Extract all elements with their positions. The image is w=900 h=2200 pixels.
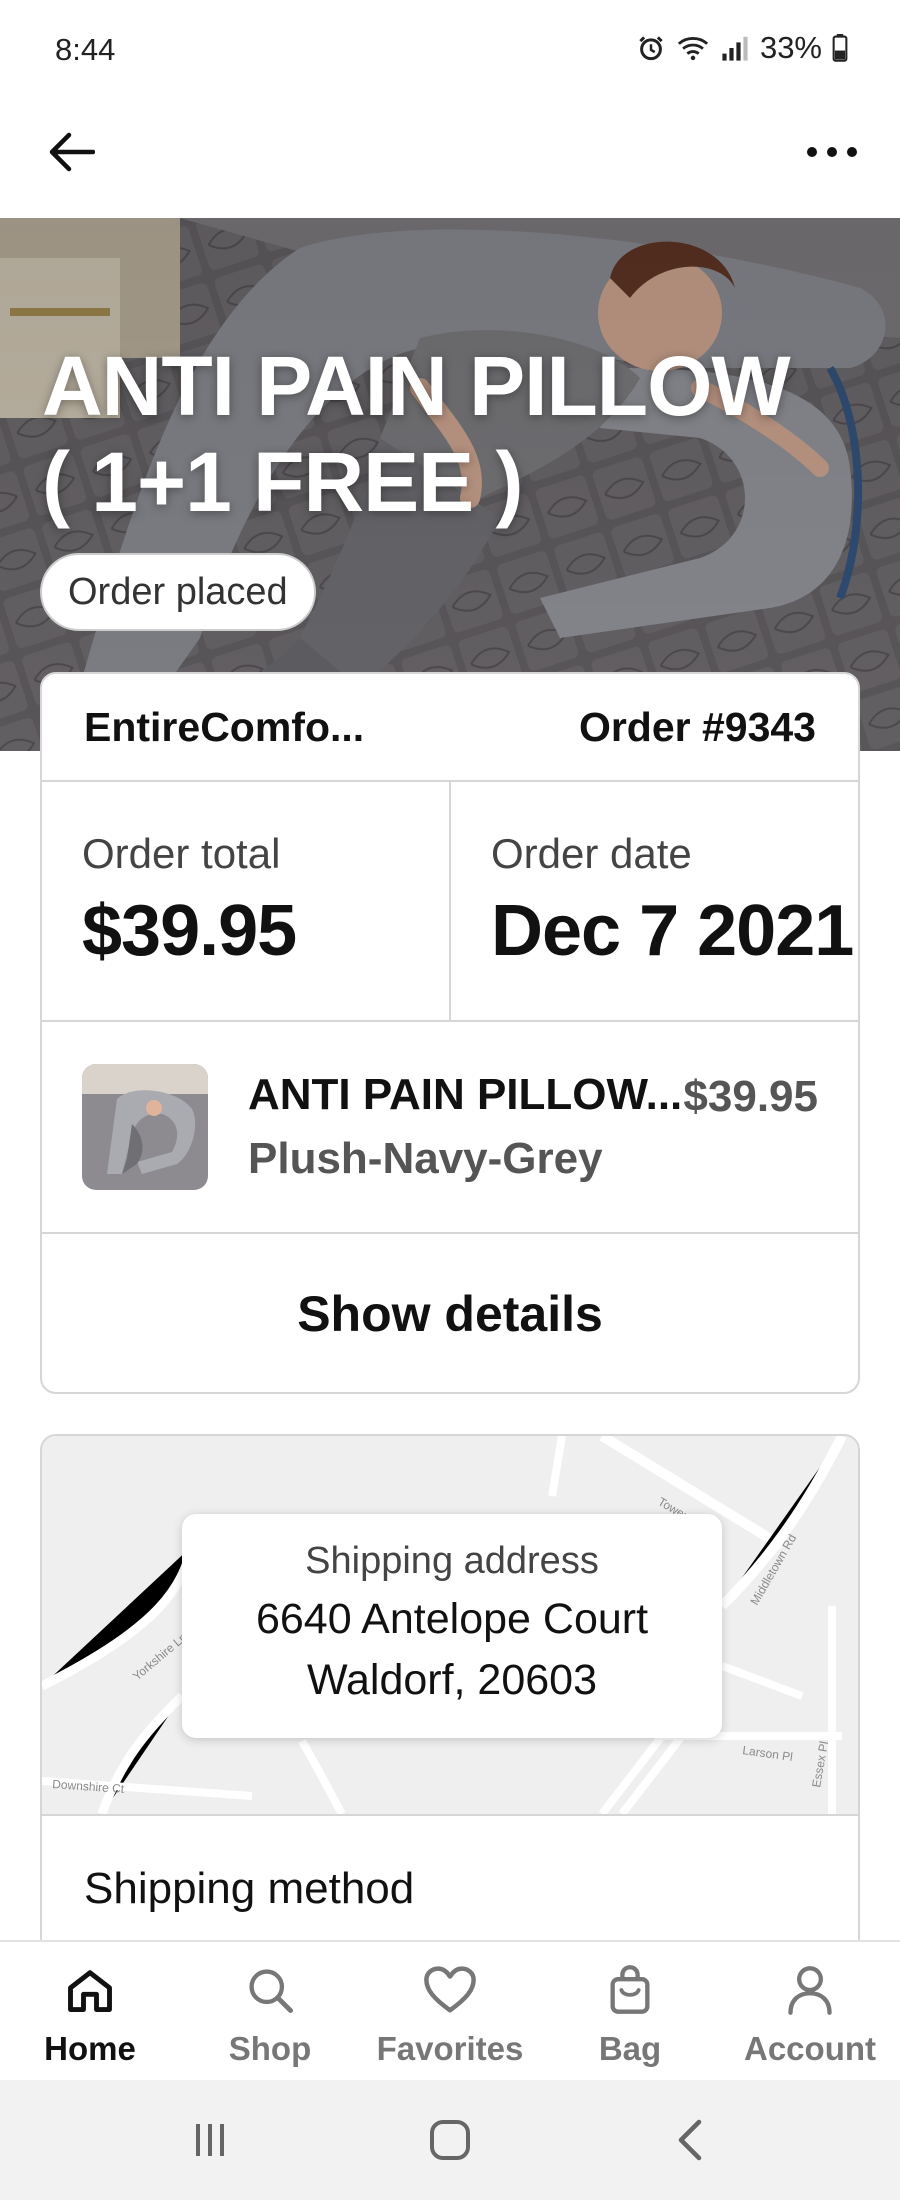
bag-icon [600,1960,660,2020]
nav-favorites[interactable]: Favorites [360,1942,540,2080]
order-status-badge: Order placed [40,553,316,631]
order-date-cell: Order date Dec 7 2021 [449,782,858,1020]
order-number: Order #9343 [578,703,816,750]
back-button[interactable] [40,120,104,184]
arrow-left-icon [49,132,95,172]
order-total-value: $39.95 [82,891,297,971]
person-icon [780,1960,840,2020]
nav-home[interactable]: Home [0,1942,180,2080]
order-total-label: Order total [82,830,281,877]
status-icons: 33% [636,30,848,66]
nav-shop-label: Shop [228,2030,312,2067]
nav-bag-label: Bag [598,2030,662,2067]
order-stats-row: Order total $39.95 Order date Dec 7 2021 [42,782,858,1022]
item-price: $39.95 [683,1072,818,1121]
recent-apps-button[interactable] [170,2100,250,2180]
status-bar: 8:44 33% [0,0,900,100]
heart-icon [420,1960,480,2020]
search-icon [240,1960,300,2020]
shipping-address-line-1: 6640 Antelope Court [255,1595,649,1643]
shipping-card: Tower Mill Ln Middletown Rd Yorkshire Ln… [40,1434,860,1954]
home-icon [60,1960,120,2020]
battery-text: 33% [759,30,822,65]
nav-account[interactable]: Account [720,1942,900,2080]
alarm-icon [636,33,666,63]
nav-bag[interactable]: Bag [540,1942,720,2080]
order-item-row[interactable]: ANTI PAIN PILLOW... Plush-Navy-Grey $39.… [42,1022,858,1234]
more-horizontal-icon [807,147,857,157]
store-name[interactable]: EntireComfo... [84,704,364,751]
item-variant: Plush-Navy-Grey [248,1134,603,1183]
shipping-address-line-2: Waldorf, 20603 [306,1656,598,1704]
signal-icon [720,34,750,62]
back-system-button[interactable] [650,2100,730,2180]
shipping-address-box: Shipping address 6640 Antelope Court Wal… [182,1514,722,1738]
hero-title: ANTI PAIN PILLOW ( 1+1 FREE ) [42,338,862,530]
show-details-button[interactable]: Show details [42,1234,858,1392]
more-options-button[interactable] [796,120,868,184]
top-app-bar [0,100,900,218]
home-square-icon [430,2120,470,2160]
shipping-address-label: Shipping address [305,1540,599,1582]
nav-home-label: Home [44,2030,136,2067]
chevron-left-icon [678,2119,702,2161]
system-navigation-bar [0,2080,900,2200]
order-summary-card: EntireComfo... Order #9343 Order total $… [40,672,860,1394]
order-total-cell: Order total $39.95 [42,782,449,1020]
wifi-icon [676,33,710,63]
order-date-value: Dec 7 2021 [491,891,854,971]
hero-title-line-1: ANTI PAIN PILLOW [42,339,791,433]
home-system-button[interactable] [410,2100,490,2180]
product-thumbnail [82,1064,208,1190]
order-date-label: Order date [491,830,692,877]
bottom-navigation: Home Shop Favorites Bag Account [0,1940,900,2080]
order-card-header: EntireComfo... Order #9343 [42,674,858,782]
hero-title-line-2: ( 1+1 FREE ) [42,435,523,529]
shipping-method-section: Shipping method [42,1814,858,1952]
nav-favorites-label: Favorites [376,2030,524,2067]
shipping-map[interactable]: Tower Mill Ln Middletown Rd Yorkshire Ln… [42,1436,858,1817]
recent-apps-icon [196,2124,224,2156]
nav-account-label: Account [744,2030,876,2067]
shipping-method-title: Shipping method [84,1864,415,1913]
status-time: 8:44 [55,32,116,67]
battery-icon [832,34,848,62]
nav-shop[interactable]: Shop [180,1942,360,2080]
